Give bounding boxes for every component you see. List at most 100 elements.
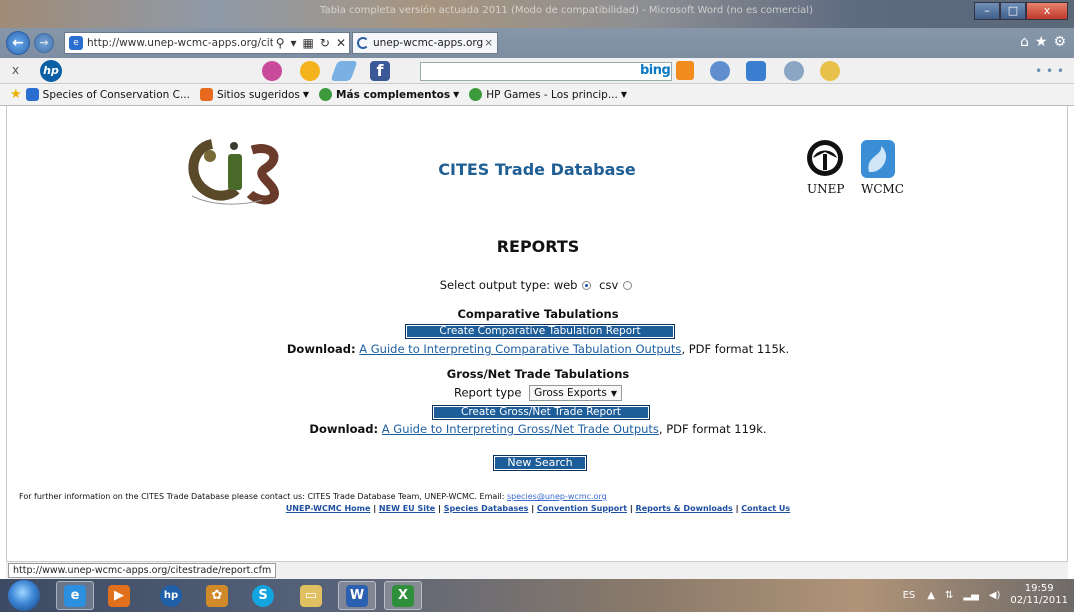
output-web-label: web bbox=[553, 278, 578, 292]
excel-taskbar-button[interactable]: X bbox=[384, 581, 422, 610]
compatibility-view-icon[interactable]: ▦ bbox=[300, 36, 317, 50]
favorites-star-icon[interactable]: ★ bbox=[10, 87, 22, 102]
footer-link-species-databases[interactable]: Species Databases bbox=[444, 504, 529, 513]
download-format: , PDF format 115k. bbox=[681, 342, 790, 356]
skype-taskbar-button[interactable]: S bbox=[244, 581, 282, 610]
grossnet-heading: Gross/Net Trade Tabulations bbox=[446, 367, 630, 381]
network-icon[interactable]: ⇅ bbox=[945, 590, 953, 601]
tools-gear-icon[interactable]: ⚙ bbox=[1053, 34, 1066, 50]
mail-icon[interactable] bbox=[330, 61, 358, 81]
signal-icon[interactable]: ▂▄ bbox=[963, 590, 978, 601]
create-grossnet-report-button[interactable]: Create Gross/Net Trade Report bbox=[432, 405, 650, 420]
footer-link-unep-wcmc-home[interactable]: UNEP-WCMC Home bbox=[286, 504, 371, 513]
address-bar[interactable]: e http://www.unep-wcmc-apps.org/citest ⚲… bbox=[64, 32, 350, 54]
output-csv-label: csv bbox=[599, 278, 619, 292]
loading-icon bbox=[357, 37, 369, 49]
film-icon[interactable] bbox=[784, 61, 804, 81]
report-type-row: Report type Gross Exports ▼ bbox=[7, 385, 1069, 401]
media-taskbar-button[interactable]: ▶ bbox=[100, 581, 138, 610]
search-icon[interactable]: ⚲ bbox=[273, 36, 288, 50]
folder-taskbar-button[interactable]: ▭ bbox=[292, 581, 330, 610]
social-icon[interactable] bbox=[262, 61, 282, 81]
favorite-label: Species of Conservation C... bbox=[42, 88, 190, 101]
web-page: CITES Trade Database UNEP WCMC REPORTS S… bbox=[6, 106, 1068, 561]
word-taskbar-button[interactable]: W bbox=[338, 581, 376, 610]
database-title: CITES Trade Database bbox=[438, 160, 636, 179]
toolbar-search-input[interactable] bbox=[420, 62, 672, 81]
report-type-value: Gross Exports bbox=[534, 387, 607, 399]
ie-taskbar-button[interactable]: e bbox=[56, 581, 94, 610]
footer-link-new-eu-site[interactable]: NEW EU Site bbox=[379, 504, 435, 513]
create-comparative-report-button[interactable]: Create Comparative Tabulation Report bbox=[405, 324, 675, 339]
ie-page-icon bbox=[25, 88, 39, 101]
favorite-label: Sitios sugeridos bbox=[216, 88, 300, 101]
favorite-hp-games[interactable]: HP Games - Los princip... ▼ bbox=[469, 88, 627, 101]
grossnet-download: Download: A Guide to Interpreting Gross/… bbox=[7, 422, 1069, 436]
ie-page-icon: e bbox=[69, 36, 83, 50]
window-title: Tabla completa versión actuada 2011 (Mod… bbox=[320, 5, 813, 16]
facebook-icon[interactable]: f bbox=[370, 61, 390, 81]
pen-icon[interactable] bbox=[710, 61, 730, 81]
weather-sun-icon[interactable] bbox=[300, 61, 320, 81]
footer-link-contact-us[interactable]: Contact Us bbox=[741, 504, 790, 513]
volume-icon[interactable]: ◀) bbox=[989, 590, 1001, 601]
chevron-down-icon: ▼ bbox=[610, 389, 618, 398]
minimize-button[interactable]: – bbox=[974, 2, 1000, 20]
forward-button[interactable]: → bbox=[34, 33, 54, 53]
favorites-star-icon[interactable]: ★ bbox=[1035, 34, 1048, 50]
chevron-down-icon: ▼ bbox=[302, 90, 310, 99]
unep-label: UNEP bbox=[807, 182, 845, 196]
language-indicator[interactable]: ES bbox=[903, 590, 916, 601]
word-taskbar-icon: W bbox=[346, 584, 368, 607]
photo-icon[interactable] bbox=[746, 61, 766, 81]
tab-close-icon[interactable]: × bbox=[484, 37, 493, 49]
sparkle-icon[interactable] bbox=[820, 61, 840, 81]
output-type-selector: Select output type: web csv bbox=[7, 278, 1069, 292]
favorite-species-conservation[interactable]: Species of Conservation C... bbox=[25, 88, 190, 101]
address-url[interactable]: http://www.unep-wcmc-apps.org/citest bbox=[87, 37, 273, 49]
maximize-button[interactable]: □ bbox=[1000, 2, 1026, 20]
start-button[interactable] bbox=[8, 580, 40, 611]
favorite-addons[interactable]: Más complementos ▼ bbox=[319, 88, 459, 101]
stop-icon[interactable]: ✕ bbox=[333, 36, 349, 50]
footer-separator: | bbox=[627, 504, 636, 513]
bing-search-button[interactable] bbox=[676, 61, 694, 80]
output-web-radio[interactable] bbox=[582, 281, 592, 290]
clock[interactable]: 19:59 02/11/2011 bbox=[1010, 583, 1068, 607]
download-format: , PDF format 119k. bbox=[658, 422, 767, 436]
new-search-button[interactable]: New Search bbox=[493, 455, 587, 471]
tab-label: unep-wcmc-apps.org bbox=[373, 37, 484, 49]
close-window-button[interactable]: x bbox=[1026, 2, 1068, 20]
dropdown-icon[interactable]: ▾ bbox=[288, 36, 300, 50]
footer-contact: For further information on the CITES Tra… bbox=[19, 492, 607, 501]
hp-logo-icon[interactable]: hp bbox=[40, 60, 62, 82]
report-type-select[interactable]: Gross Exports ▼ bbox=[529, 385, 623, 401]
show-hidden-icons[interactable]: ▲ bbox=[927, 590, 935, 601]
footer-email-link[interactable]: species@unep-wcmc.org bbox=[507, 492, 607, 501]
ie-taskbar-icon: e bbox=[64, 584, 86, 607]
footer-link-reports-downloads[interactable]: Reports & Downloads bbox=[636, 504, 733, 513]
clock-time: 19:59 bbox=[1024, 583, 1054, 594]
footer-separator: | bbox=[732, 504, 742, 513]
comparative-guide-link[interactable]: A Guide to Interpreting Comparative Tabu… bbox=[359, 342, 681, 356]
refresh-icon[interactable]: ↻ bbox=[317, 36, 333, 50]
footer-link-convention-support[interactable]: Convention Support bbox=[537, 504, 627, 513]
window-controls: – □ x bbox=[974, 2, 1068, 20]
footer-links: UNEP-WCMC Home | NEW EU Site | Species D… bbox=[7, 504, 1069, 513]
back-button[interactable]: ← bbox=[6, 31, 30, 55]
favorite-label: Más complementos bbox=[336, 88, 451, 101]
output-csv-radio[interactable] bbox=[623, 281, 633, 290]
browser-tab[interactable]: unep-wcmc-apps.org × bbox=[352, 32, 498, 54]
clock-date: 02/11/2011 bbox=[1010, 595, 1068, 606]
hp-taskbar-button[interactable]: hp bbox=[152, 581, 190, 610]
home-icon[interactable]: ⌂ bbox=[1020, 34, 1029, 50]
bing-logo-icon: bing bbox=[640, 63, 671, 78]
grossnet-guide-link[interactable]: A Guide to Interpreting Gross/Net Trade … bbox=[382, 422, 659, 436]
toolbar-close-icon[interactable]: x bbox=[12, 63, 19, 77]
favorite-suggested-sites[interactable]: Sitios sugeridos ▼ bbox=[199, 88, 310, 101]
footer-separator: | bbox=[370, 504, 379, 513]
paint-taskbar-button[interactable]: ✿ bbox=[198, 581, 236, 610]
hp-taskbar-icon: hp bbox=[160, 584, 182, 607]
footer-separator: | bbox=[435, 504, 444, 513]
more-icon[interactable]: • • • bbox=[1035, 64, 1064, 78]
